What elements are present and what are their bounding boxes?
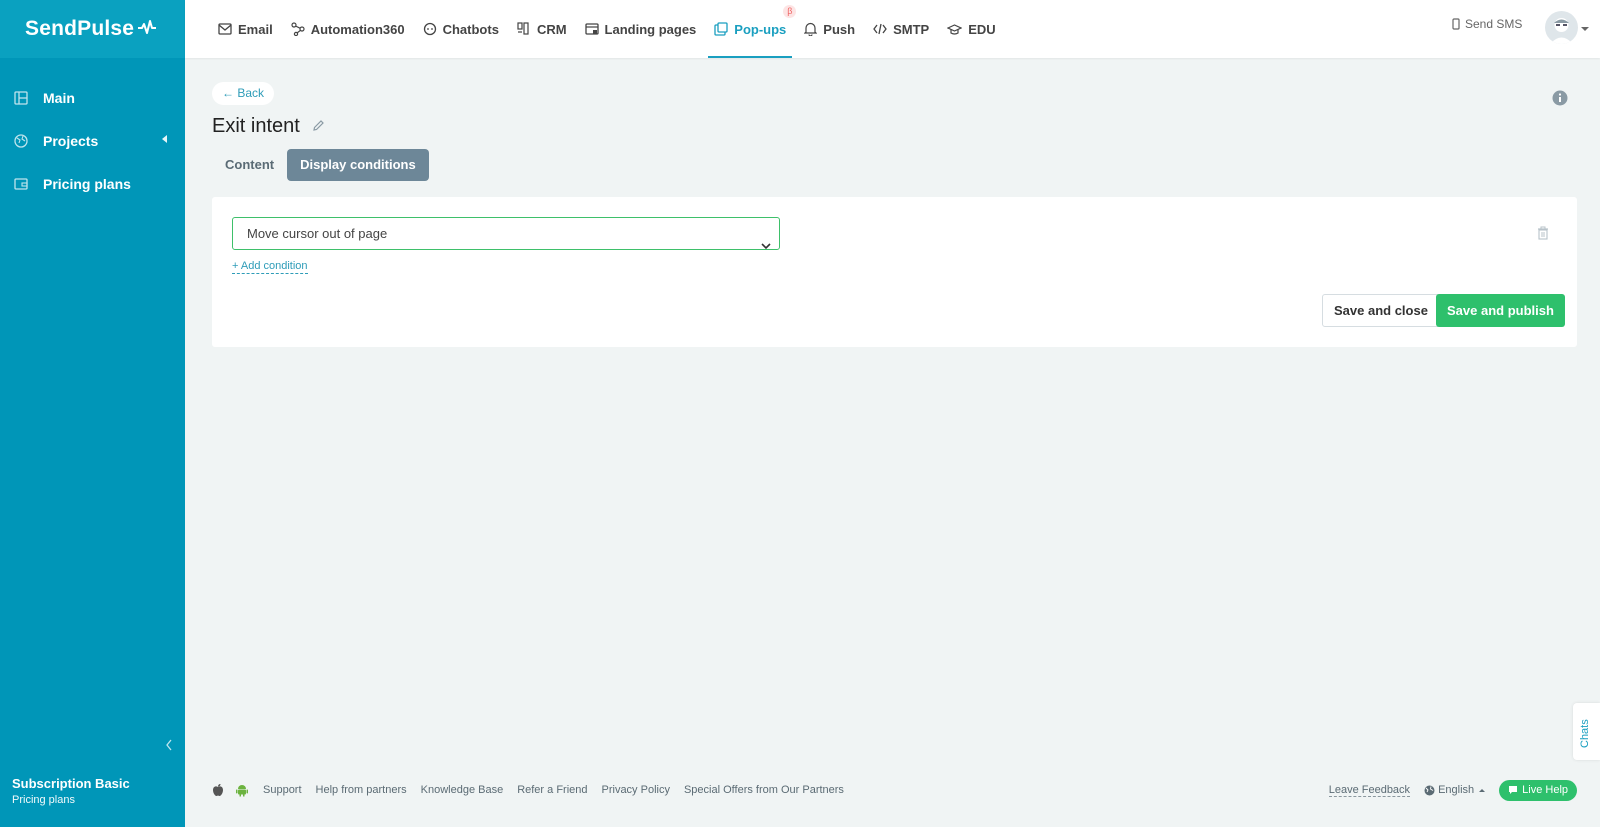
page-title: Exit intent bbox=[212, 115, 325, 138]
top-navigation-bar: Email Automation360 Chatbots CRM Landing… bbox=[185, 0, 1600, 58]
crm-icon bbox=[517, 22, 529, 35]
sidebar-item-label: Main bbox=[43, 89, 75, 106]
account-dropdown-caret-icon[interactable] bbox=[1581, 27, 1589, 31]
beta-badge: β bbox=[783, 5, 797, 18]
condition-select[interactable]: Move cursor out of page bbox=[232, 217, 780, 250]
footer-link-support[interactable]: Support bbox=[263, 784, 302, 796]
condition-select-value: Move cursor out of page bbox=[247, 226, 388, 241]
nav-push[interactable]: Push bbox=[798, 0, 861, 58]
graduation-cap-icon bbox=[947, 23, 963, 35]
chats-label: Chats bbox=[1579, 719, 1591, 748]
landing-icon bbox=[584, 23, 599, 35]
nav-label: SMTP bbox=[893, 21, 930, 37]
leave-feedback-link[interactable]: Leave Feedback bbox=[1328, 784, 1411, 797]
footer-link-knowledge-base[interactable]: Knowledge Base bbox=[421, 784, 504, 796]
nav-pop-ups[interactable]: Pop-ups β bbox=[708, 0, 797, 58]
plan-title: Subscription Basic bbox=[12, 776, 130, 791]
android-icon[interactable] bbox=[235, 783, 249, 797]
sidebar-item-projects[interactable]: Projects bbox=[0, 119, 185, 162]
footer-link-refer-a-friend[interactable]: Refer a Friend bbox=[517, 784, 587, 796]
brand-logo[interactable]: SendPulse bbox=[0, 0, 185, 58]
bell-icon bbox=[804, 22, 818, 36]
nav-crm[interactable]: CRM bbox=[511, 0, 573, 58]
avatar[interactable] bbox=[1545, 11, 1578, 44]
nav-edu[interactable]: EDU bbox=[941, 0, 1001, 58]
save-and-publish-button[interactable]: Save and publish bbox=[1436, 294, 1565, 327]
sidebar: SendPulse Main Projects Pricing plans Su… bbox=[0, 0, 185, 827]
language-selector[interactable]: English bbox=[1424, 784, 1486, 796]
save-and-close-button[interactable]: Save and close bbox=[1322, 294, 1440, 327]
expand-caret-icon[interactable] bbox=[162, 135, 167, 143]
globe-icon bbox=[1424, 785, 1435, 795]
nav-label: Landing pages bbox=[604, 21, 697, 37]
nav-label: Pop-ups bbox=[734, 21, 787, 37]
chats-side-tab[interactable]: Chats bbox=[1573, 703, 1600, 760]
apple-icon[interactable] bbox=[212, 783, 224, 797]
language-label: English bbox=[1438, 784, 1475, 796]
nav-label: EDU bbox=[968, 21, 996, 37]
trash-icon[interactable] bbox=[1537, 226, 1549, 245]
footer-link-special-offers[interactable]: Special Offers from Our Partners bbox=[684, 784, 844, 796]
chatbot-icon bbox=[423, 22, 436, 36]
chevron-down-icon bbox=[761, 230, 771, 261]
conditions-card: Move cursor out of page + Add condition … bbox=[212, 197, 1577, 347]
send-sms-button[interactable]: Send SMS bbox=[1452, 17, 1522, 31]
pricing-plans-link[interactable]: Pricing plans bbox=[12, 794, 130, 806]
nav-smtp[interactable]: SMTP bbox=[867, 0, 935, 58]
envelope-icon bbox=[218, 23, 232, 35]
automation-icon bbox=[291, 22, 305, 36]
live-help-button[interactable]: Live Help bbox=[1499, 779, 1577, 801]
info-icon[interactable] bbox=[1552, 90, 1568, 111]
footer-link-help-from-partners[interactable]: Help from partners bbox=[316, 784, 407, 796]
editor-tabs: Content Display conditions bbox=[212, 149, 429, 181]
back-button[interactable]: ← Back bbox=[212, 82, 275, 105]
nav-label: CRM bbox=[536, 21, 567, 37]
phone-icon bbox=[1452, 18, 1460, 30]
dashboard-icon bbox=[14, 90, 28, 105]
footer: Support Help from partners Knowledge Bas… bbox=[212, 779, 1577, 801]
nav-label: Chatbots bbox=[442, 21, 499, 37]
caret-up-icon bbox=[1479, 788, 1486, 792]
sidebar-item-pricing-plans[interactable]: Pricing plans bbox=[0, 162, 185, 205]
collapse-sidebar-icon[interactable] bbox=[165, 738, 175, 752]
popup-icon bbox=[714, 22, 728, 36]
nav-label: Email bbox=[238, 21, 273, 37]
send-sms-label: Send SMS bbox=[1465, 17, 1523, 31]
tab-content[interactable]: Content bbox=[212, 149, 287, 181]
nav-label: Push bbox=[823, 21, 856, 37]
footer-right: Leave Feedback English Live Help bbox=[1328, 779, 1577, 801]
add-condition-link[interactable]: + Add condition bbox=[232, 260, 308, 274]
tab-display-conditions[interactable]: Display conditions bbox=[287, 149, 429, 181]
nav-automation360[interactable]: Automation360 bbox=[285, 0, 411, 58]
wallet-icon bbox=[14, 177, 28, 191]
sidebar-nav: Main Projects Pricing plans bbox=[0, 76, 185, 205]
nav-label: Automation360 bbox=[310, 21, 405, 37]
live-help-label: Live Help bbox=[1522, 783, 1568, 796]
product-nav: Email Automation360 Chatbots CRM Landing… bbox=[185, 0, 1600, 58]
pencil-icon[interactable] bbox=[312, 115, 325, 138]
pulse-icon bbox=[137, 17, 157, 41]
globe-icon bbox=[14, 133, 28, 148]
subscription-info: Subscription Basic Pricing plans bbox=[12, 776, 130, 806]
nav-landing-pages[interactable]: Landing pages bbox=[579, 0, 703, 58]
sidebar-item-label: Projects bbox=[43, 132, 99, 149]
page-title-text: Exit intent bbox=[212, 115, 300, 137]
chat-bubble-icon bbox=[1509, 786, 1518, 794]
brand-name: SendPulse bbox=[25, 17, 135, 40]
sidebar-item-label: Pricing plans bbox=[43, 175, 131, 192]
footer-link-privacy-policy[interactable]: Privacy Policy bbox=[602, 784, 670, 796]
code-icon bbox=[873, 23, 887, 35]
nav-chatbots[interactable]: Chatbots bbox=[417, 0, 505, 58]
sidebar-item-main[interactable]: Main bbox=[0, 76, 185, 119]
nav-email[interactable]: Email bbox=[212, 0, 279, 58]
